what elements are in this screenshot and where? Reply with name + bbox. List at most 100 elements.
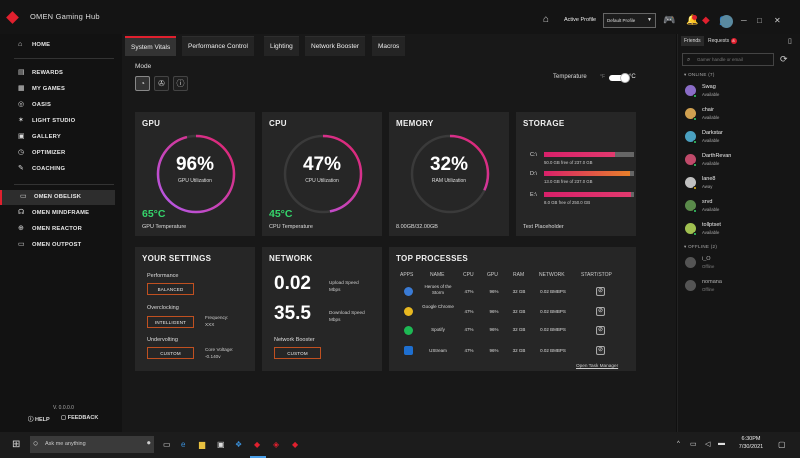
- tab-system-vitals[interactable]: System Vitals: [125, 36, 177, 56]
- cpu-percent: 47%: [302, 154, 342, 175]
- friend-name: i_O: [702, 256, 711, 262]
- friend-item[interactable]: Darkstar Available: [682, 128, 797, 150]
- stop-icon[interactable]: ⊘: [596, 326, 605, 335]
- sidebar-item-omen-mindframe[interactable]: ☊ OMEN MINDFRAME: [0, 206, 115, 221]
- dropbox-icon[interactable]: ❖: [235, 440, 242, 449]
- minimize-icon[interactable]: ─: [741, 16, 747, 25]
- help-link[interactable]: ⓘ HELP: [28, 415, 50, 423]
- sidebar-item-gallery[interactable]: ▣ GALLERY: [0, 130, 115, 145]
- cpu-temperature: 45°C: [269, 208, 293, 220]
- mobile-icon[interactable]: ▯: [788, 37, 792, 47]
- sidebar-item-light-studio[interactable]: ✶ LIGHT STUDIO: [0, 114, 115, 129]
- action-center-icon[interactable]: ▢: [778, 440, 786, 449]
- omen-taskbar-icon-2[interactable]: ◈: [273, 440, 279, 449]
- sidebar-item-coaching[interactable]: ✎ COACHING: [0, 162, 115, 177]
- download-label: Download Speed Mbps: [329, 310, 365, 322]
- sidebar-item-home[interactable]: ⌂ HOME: [0, 38, 115, 53]
- home-icon[interactable]: ⌂: [543, 15, 549, 25]
- network-icon[interactable]: ▭: [690, 440, 697, 448]
- friend-item[interactable]: i_O Offline: [682, 254, 797, 276]
- profile-dropdown[interactable]: Default Profile ▼: [603, 13, 656, 28]
- mode-fan-button[interactable]: ✇: [154, 76, 169, 91]
- controller-icon[interactable]: 🎮: [663, 16, 675, 26]
- friend-avatar: [685, 257, 696, 268]
- online-header: ▾ ONLINE (7): [684, 72, 715, 77]
- storage-placeholder: Text Placeholder: [523, 224, 564, 230]
- refresh-icon[interactable]: ⟳: [780, 54, 788, 64]
- sidebar-item-label: REWARDS: [32, 70, 64, 76]
- storage-title: STORAGE: [523, 119, 565, 128]
- network-booster-button[interactable]: CUSTOM: [274, 347, 321, 359]
- close-icon[interactable]: ✕: [774, 16, 781, 25]
- friend-item[interactable]: chair Available: [682, 105, 797, 127]
- sidebar-item-my-games[interactable]: ▦ MY GAMES: [0, 82, 115, 97]
- temperature-label: Temperature: [553, 74, 587, 80]
- feedback-link[interactable]: ▢ FEEDBACK: [61, 415, 98, 421]
- feedback-label: FEEDBACK: [67, 415, 99, 421]
- search-placeholder: Gamer handle or email: [697, 57, 743, 62]
- tab-macros[interactable]: Macros: [372, 36, 406, 56]
- friend-search-input[interactable]: ⌕ Gamer handle or email: [682, 53, 774, 66]
- friend-item[interactable]: nomana Offline: [682, 277, 797, 299]
- tab-network-booster[interactable]: Network Booster: [305, 36, 366, 56]
- stop-icon[interactable]: ⊘: [596, 287, 605, 296]
- taskbar-search-input[interactable]: ○ Ask me anything ⏺: [30, 436, 154, 453]
- stop-icon[interactable]: ⊘: [596, 307, 605, 316]
- clock-time: 6:30PM: [741, 436, 761, 442]
- friend-name: tollptset: [702, 222, 721, 228]
- process-gpu: 96%: [489, 289, 499, 294]
- stop-icon[interactable]: ⊘: [596, 346, 605, 355]
- sidebar-item-omen-obelisk[interactable]: ▭ OMEN OBELISK: [0, 190, 115, 205]
- omen-taskbar-icon-3[interactable]: ◆: [292, 440, 298, 449]
- friend-item[interactable]: DarthRevan Available: [682, 151, 797, 173]
- windows-start-icon[interactable]: ⊞: [12, 439, 20, 450]
- file-explorer-icon[interactable]: ▆: [199, 440, 205, 449]
- sidebar-item-optimizer[interactable]: ◷ OPTIMIZER: [0, 146, 115, 161]
- battery-icon[interactable]: ▬: [718, 440, 725, 447]
- sidebar-item-omen-outpost[interactable]: ▭ OMEN OUTPOST: [0, 238, 115, 253]
- processes-title: TOP PROCESSES: [396, 254, 469, 263]
- mode-info-button[interactable]: ⓘ: [173, 76, 188, 91]
- divider: [14, 184, 114, 185]
- friend-item[interactable]: tollptset Available: [682, 220, 797, 242]
- ram-utilization-label: RAM Utilization: [431, 178, 467, 184]
- overclocking-label: Overclocking: [147, 305, 179, 311]
- tab-requests[interactable]: Requests 8: [708, 38, 737, 44]
- mode-performance-button[interactable]: ◔: [135, 76, 150, 91]
- alert-diamond-icon[interactable]: ◆: [702, 16, 710, 26]
- clock[interactable]: 6:30PM 7/30/2021: [732, 435, 770, 451]
- volume-icon[interactable]: ◁: [705, 440, 710, 448]
- tab-friends[interactable]: Friends: [681, 36, 704, 46]
- header-apps: APPS: [400, 272, 414, 278]
- tray-chevron-icon[interactable]: ^: [677, 441, 680, 447]
- sidebar-item-label: COACHING: [32, 166, 66, 172]
- process-ram: 32 GB: [512, 327, 526, 332]
- edge-icon[interactable]: e: [181, 440, 185, 449]
- sidebar-item-oasis[interactable]: ◎ OASIS: [0, 98, 115, 113]
- tab-performance-control[interactable]: Performance Control: [182, 36, 254, 56]
- omen-taskbar-icon[interactable]: ◆: [254, 440, 260, 449]
- profile-value: Default Profile: [607, 18, 636, 23]
- gpu-card: GPU 96% GPU Utilization 65°C GPU Tempera…: [135, 112, 255, 236]
- memory-title: MEMORY: [396, 119, 434, 128]
- overclocking-button[interactable]: INTELLIGENT: [147, 316, 194, 328]
- process-name: Spotify: [431, 327, 445, 332]
- store-icon[interactable]: ▣: [217, 440, 225, 449]
- performance-button[interactable]: BALANCED: [147, 283, 194, 295]
- sidebar-item-rewards[interactable]: ▤ REWARDS: [0, 66, 115, 81]
- undervolting-button[interactable]: CUSTOM: [147, 347, 194, 359]
- open-task-manager-link[interactable]: Open Task Manager: [576, 363, 618, 368]
- user-avatar[interactable]: [720, 15, 733, 28]
- task-view-icon[interactable]: ▭: [163, 440, 171, 449]
- status-dot: [693, 140, 697, 144]
- friend-item[interactable]: lane8 Away: [682, 174, 797, 196]
- version-label: V. 0.0.0.0: [53, 405, 74, 411]
- process-gpu: 96%: [489, 348, 499, 353]
- friend-item[interactable]: Swag Available: [682, 82, 797, 104]
- sidebar-item-omen-reactor[interactable]: ⊕ OMEN REACTOR: [0, 222, 115, 237]
- process-network: 0.02 BMBPS: [540, 327, 566, 332]
- tab-lighting[interactable]: Lighting: [264, 36, 299, 56]
- maximize-icon[interactable]: □: [757, 16, 762, 25]
- friend-item[interactable]: srvd Available: [682, 197, 797, 219]
- drive-c-info: 50.0 GB free of 237.0 GB: [544, 160, 593, 165]
